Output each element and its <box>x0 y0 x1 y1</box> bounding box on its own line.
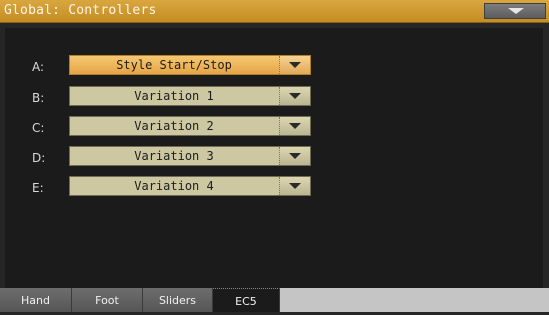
controller-d-dropdown-button[interactable] <box>279 147 310 165</box>
controller-c-dropdown-button[interactable] <box>279 117 310 135</box>
chevron-down-icon <box>289 123 301 129</box>
chevron-down-icon <box>289 153 301 159</box>
controller-c-label: C: <box>32 121 45 135</box>
chevron-down-icon <box>289 93 301 99</box>
tab-sliders[interactable]: Sliders <box>143 288 213 312</box>
chevron-down-icon <box>289 62 301 68</box>
tab-foot[interactable]: Foot <box>72 288 143 312</box>
controller-d-label: D: <box>32 151 46 165</box>
controller-a-select[interactable]: Style Start/Stop <box>69 55 311 75</box>
title-bar: Global: Controllers <box>0 0 549 23</box>
controller-b-label: B: <box>32 91 45 105</box>
controller-a-label: A: <box>32 60 45 74</box>
page-title: Global: Controllers <box>4 3 157 18</box>
controller-c-select[interactable]: Variation 2 <box>69 116 311 136</box>
controller-e-select[interactable]: Variation 4 <box>69 176 311 196</box>
controller-b-select[interactable]: Variation 1 <box>69 86 311 106</box>
controller-e-label: E: <box>32 181 44 195</box>
controller-d-value: Variation 3 <box>134 149 214 163</box>
controller-a-value: Style Start/Stop <box>116 58 232 72</box>
controller-b-value: Variation 1 <box>134 89 214 103</box>
controller-b-dropdown-button[interactable] <box>279 87 310 105</box>
controller-e-value: Variation 4 <box>134 179 214 193</box>
chevron-down-icon <box>289 183 301 189</box>
controller-c-value: Variation 2 <box>134 119 214 133</box>
tab-ec5[interactable]: EC5 <box>213 288 280 312</box>
controller-e-dropdown-button[interactable] <box>279 177 310 195</box>
controller-a-dropdown-button[interactable] <box>279 56 310 74</box>
tab-hand[interactable]: Hand <box>0 288 72 312</box>
controller-d-select[interactable]: Variation 3 <box>69 146 311 166</box>
triangle-down-icon <box>508 8 524 14</box>
page-menu-button[interactable] <box>484 3 546 19</box>
tab-bar: Hand Foot Sliders EC5 <box>0 288 549 312</box>
